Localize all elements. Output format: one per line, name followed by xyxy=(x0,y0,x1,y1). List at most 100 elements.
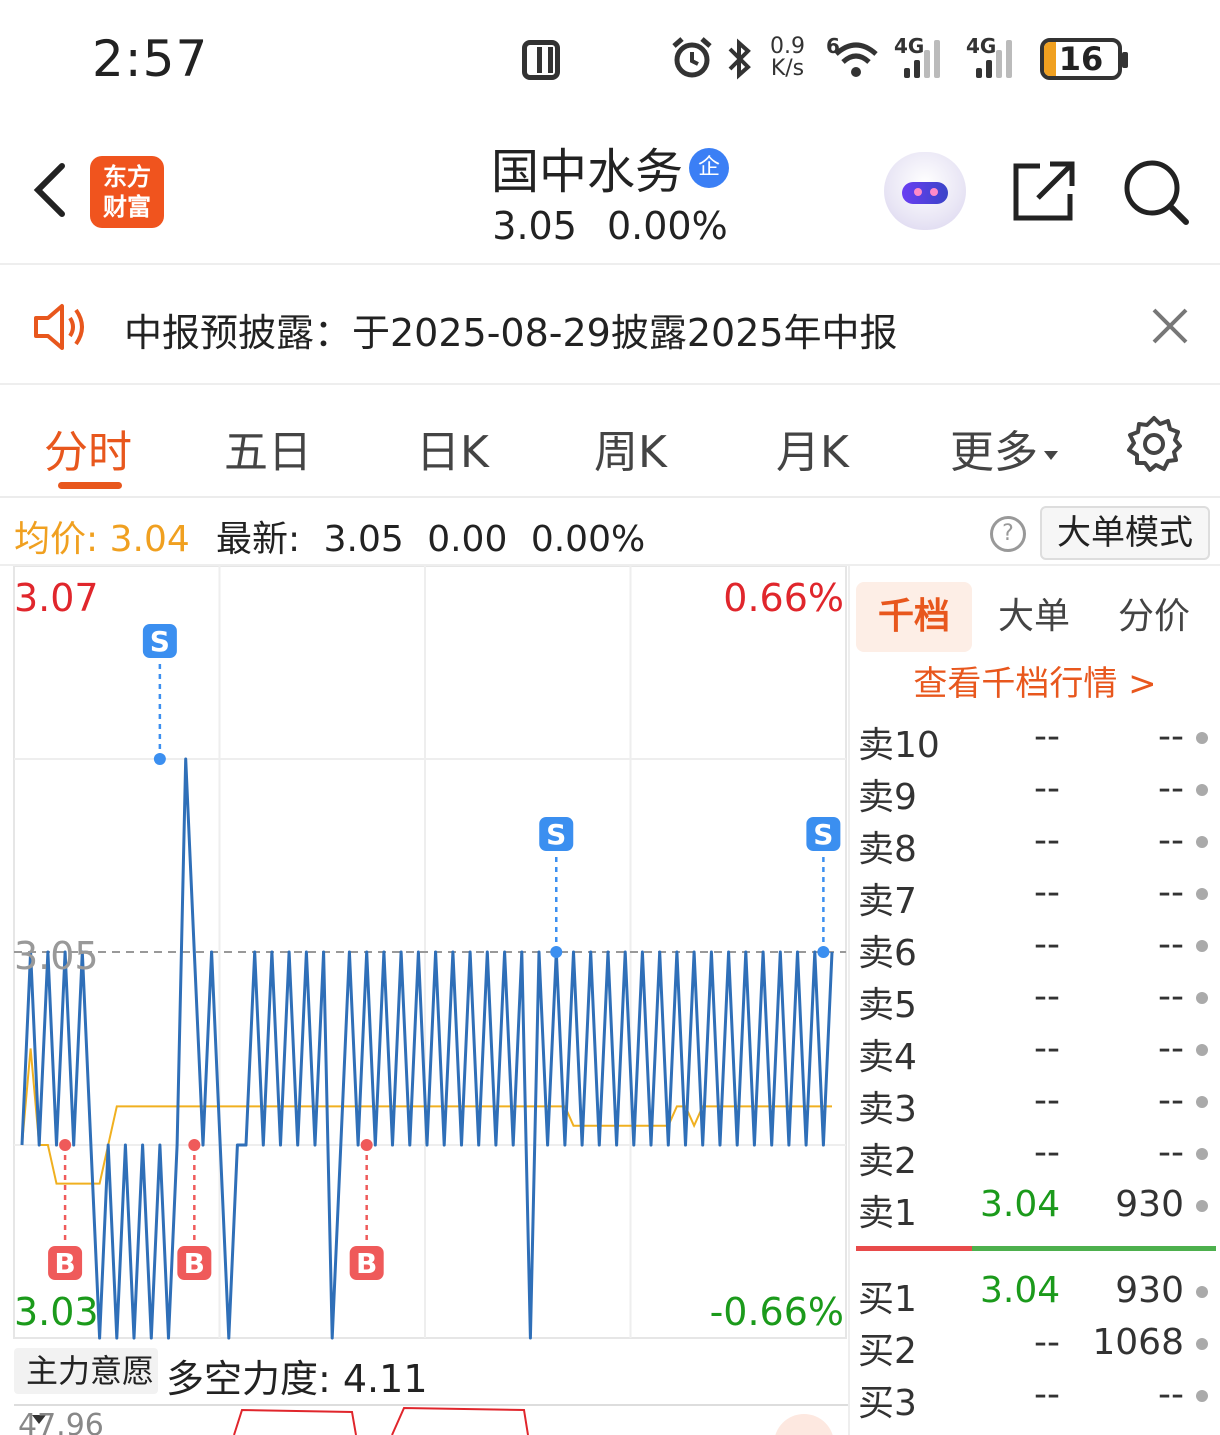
pct-label-top: 0.66% xyxy=(723,576,844,620)
level-volume: -- xyxy=(1158,1374,1184,1415)
level-volume: -- xyxy=(1158,976,1184,1017)
sell-marker-dot xyxy=(550,946,563,958)
order-book-row: 卖3 -- -- xyxy=(850,1080,1220,1132)
pct-label-bottom: -0.66% xyxy=(709,1290,844,1334)
ask-ratio xyxy=(856,1246,972,1251)
help-icon[interactable]: ? xyxy=(990,516,1026,552)
signal-icon-sim1: 4G xyxy=(894,34,946,78)
level-volume: 1068 xyxy=(1092,1322,1184,1363)
level-price: -- xyxy=(1034,924,1060,965)
indicator-select[interactable]: 主力意愿 xyxy=(14,1348,158,1424)
sub-chart-max-label: 47.96 xyxy=(18,1408,104,1435)
close-icon[interactable] xyxy=(1150,306,1190,346)
stock-price: 3.05 xyxy=(492,204,577,248)
avg-price-value: 3.04 xyxy=(109,519,190,560)
order-book-row: 卖10 -- -- xyxy=(850,716,1220,768)
net-speed-value: 0.9 xyxy=(770,34,805,59)
enterprise-badge: 企 xyxy=(689,148,729,188)
sim1-label: 4G xyxy=(894,34,925,58)
notice-bar[interactable]: 中报预披露：于2025-08-29披露2025年中报 xyxy=(0,270,1220,385)
avg-price: 均价: 3.04 xyxy=(14,510,190,562)
y-label-bottom: 3.03 xyxy=(14,1290,99,1334)
tab-more[interactable]: 更多 xyxy=(950,416,1058,480)
level-name: 买1 xyxy=(858,1279,917,1320)
level-volume: -- xyxy=(1158,1132,1184,1173)
buy-marker-label: B xyxy=(184,1247,205,1280)
tab-daily-k[interactable]: 日K xyxy=(416,416,489,480)
avg-price-label: 均价: xyxy=(14,519,99,560)
level-dot-icon xyxy=(1196,1390,1208,1402)
level-dot-icon xyxy=(1196,1148,1208,1160)
buy-marker-dot xyxy=(188,1139,201,1151)
robot-eye-left xyxy=(914,188,922,196)
order-book-row: 卖6 -- -- xyxy=(850,924,1220,976)
status-time: 2:57 xyxy=(92,30,209,88)
order-book-row: 卖4 -- -- xyxy=(850,1028,1220,1080)
active-tab-indicator xyxy=(58,482,122,489)
stock-name: 国中水务 xyxy=(490,144,683,200)
nfc-icon xyxy=(522,40,560,80)
tab-weekly-k[interactable]: 周K xyxy=(594,416,667,480)
level-volume: -- xyxy=(1158,820,1184,861)
level-name: 卖7 xyxy=(858,881,917,922)
level-dot-icon xyxy=(1196,940,1208,952)
level-price: -- xyxy=(1034,1322,1060,1363)
order-book: 千档 大单 分价 查看千档行情 > 卖10 -- -- 卖9 -- -- 卖8 -- -- 卖7 -… xyxy=(848,566,1220,1435)
search-icon[interactable] xyxy=(1120,158,1190,226)
order-book-row: 卖9 -- -- xyxy=(850,768,1220,820)
sell-marker-dot xyxy=(153,753,166,765)
level-name: 卖2 xyxy=(858,1141,917,1182)
signal-icon-sim2: 4G xyxy=(966,34,1018,78)
speaker-icon xyxy=(34,304,84,350)
big-order-mode-button[interactable]: 大单模式 xyxy=(1040,506,1210,560)
alarm-icon xyxy=(672,37,712,78)
level-name: 卖8 xyxy=(858,829,917,870)
level-price: -- xyxy=(1034,768,1060,809)
gear-icon[interactable] xyxy=(1124,414,1184,474)
sim2-label: 4G xyxy=(966,34,997,58)
sub-indicator-chart[interactable]: 47.96 xyxy=(14,1404,848,1435)
latest-price: 3.05 xyxy=(323,519,404,560)
intraday-chart[interactable]: S S S B B B 3.07 3.05 3.03 0.66% -0.66% xyxy=(0,566,848,1340)
level-volume: -- xyxy=(1158,924,1184,965)
level-volume: -- xyxy=(1158,1028,1184,1069)
ai-assistant-icon[interactable] xyxy=(884,152,966,230)
level-name: 卖1 xyxy=(858,1193,917,1234)
view-depth-link[interactable]: 查看千档行情 > xyxy=(850,656,1220,705)
robot-eye-right xyxy=(930,188,938,196)
level-price: 3.04 xyxy=(980,1184,1061,1225)
indicator-select-label: 主力意愿 xyxy=(26,1352,155,1390)
tab-price-distribution[interactable]: 分价 xyxy=(1096,582,1212,652)
level-dot-icon xyxy=(1196,784,1208,796)
level-dot-icon xyxy=(1196,1044,1208,1056)
battery-icon: 16 xyxy=(1040,38,1122,80)
tab-big-orders[interactable]: 大单 xyxy=(976,582,1092,652)
sell-marker-dot xyxy=(817,946,830,958)
chart-series xyxy=(20,757,834,1340)
level-name: 卖9 xyxy=(858,777,917,818)
tab-five-day[interactable]: 五日 xyxy=(224,416,312,480)
bluetooth-icon xyxy=(728,38,751,80)
level-price: -- xyxy=(1034,1080,1060,1121)
tab-monthly-k[interactable]: 月K xyxy=(776,416,849,480)
y-label-mid: 3.05 xyxy=(14,934,99,978)
quote-info-line: 均价: 3.04 最新: 3.05 0.00 0.00% ? 大单模式 xyxy=(0,500,1220,566)
wifi-icon: 6 xyxy=(826,34,882,80)
level-dot-icon xyxy=(1196,992,1208,1004)
level-volume: -- xyxy=(1158,1080,1184,1121)
level-volume: -- xyxy=(1158,872,1184,913)
level-dot-icon xyxy=(1196,1200,1208,1212)
tab-thousand-level[interactable]: 千档 xyxy=(856,582,972,652)
price-chart-svg: S S S B B B xyxy=(13,566,847,1340)
tab-intraday[interactable]: 分时 xyxy=(44,416,132,480)
indicator-value: 多空力度: 4.11 xyxy=(166,1357,428,1401)
sell-marker-label: S xyxy=(813,818,833,851)
order-book-row: 买2 -- 1068 xyxy=(850,1322,1220,1374)
battery-tip xyxy=(1122,52,1128,68)
share-icon[interactable] xyxy=(1010,160,1076,222)
order-book-row: 卖1 3.04 930 xyxy=(850,1184,1220,1236)
level-dot-icon xyxy=(1196,888,1208,900)
level-volume: 930 xyxy=(1115,1184,1184,1225)
chart-tabs: 分时 五日 日K 周K 月K 更多 xyxy=(0,400,1220,498)
level-dot-icon xyxy=(1196,732,1208,744)
